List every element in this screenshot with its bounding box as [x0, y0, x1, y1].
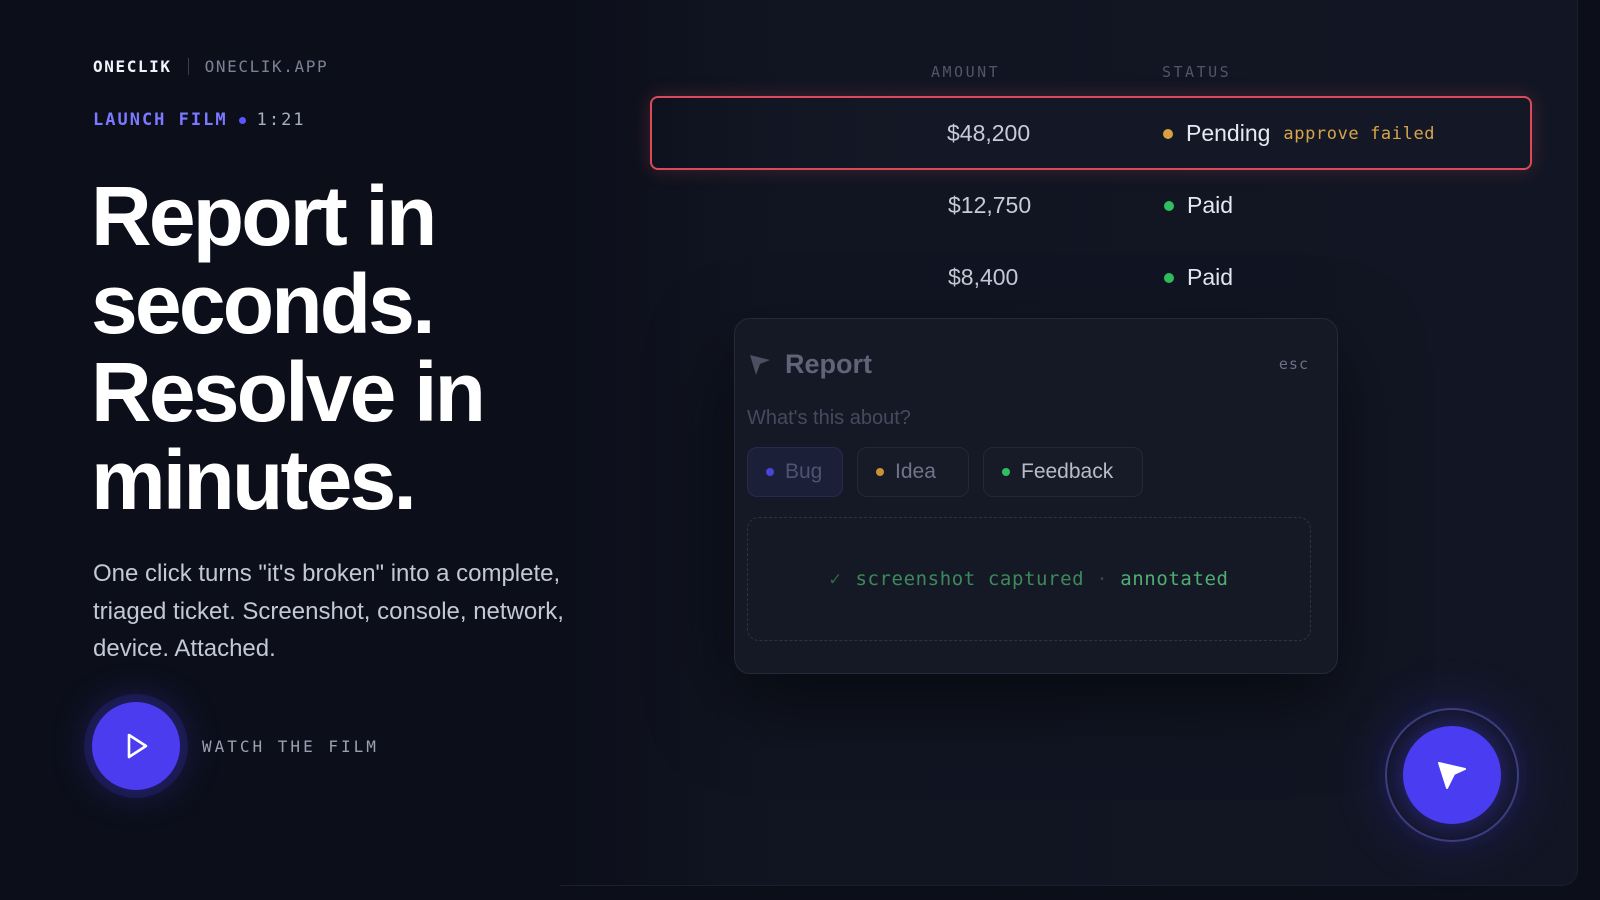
hero-lede: One click turns "it's broken" into a com…: [93, 560, 564, 662]
chip-label: Bug: [785, 460, 823, 483]
status-label: Paid: [1187, 264, 1234, 290]
column-header-amount: AMOUNT: [931, 63, 1001, 81]
row-amount: $8,400: [948, 264, 1019, 290]
headline-line: minutes.: [91, 433, 417, 527]
category-chip-bug[interactable]: Bug: [747, 447, 843, 497]
capture-separator: ·: [1096, 568, 1109, 590]
chip-dot: [766, 468, 774, 476]
row-status: Paid: [1164, 192, 1233, 219]
report-fab-ring: [1385, 708, 1519, 842]
row-status: Pending approve failed: [1163, 120, 1435, 147]
row-amount: $48,200: [947, 120, 1031, 146]
category-chips: Bug Idea Feedback: [747, 447, 1157, 497]
headline-line: Report in: [91, 169, 437, 263]
headline-line: seconds.: [91, 257, 436, 351]
report-pointer-icon: [1438, 762, 1466, 789]
status-dot-pending: [1163, 128, 1173, 139]
modal-prompt: What's this about?: [747, 407, 911, 429]
table-row[interactable]: $12,750 Paid: [650, 170, 1532, 244]
play-icon: [127, 733, 148, 759]
modal-header: Report: [747, 349, 872, 380]
report-fab[interactable]: [1403, 726, 1501, 824]
chip-dot: [1002, 468, 1010, 476]
modal-title: Report: [785, 349, 872, 379]
category-chip-feedback[interactable]: Feedback: [983, 447, 1143, 497]
film-duration: 1:21: [256, 110, 306, 130]
status-error-note: approve failed: [1283, 123, 1436, 144]
column-header-status: STATUS: [1162, 63, 1232, 81]
watch-film-label[interactable]: WATCH THE FILM: [202, 737, 379, 756]
report-flag-icon: [750, 354, 770, 375]
headline-line: Resolve in: [91, 345, 486, 439]
brand-name: ONECLIK: [93, 57, 172, 76]
chip-label: Idea: [895, 460, 936, 483]
table-row[interactable]: $48,200 Pending approve failed: [650, 96, 1532, 170]
eyebrow-label: LAUNCH FILM: [93, 110, 228, 130]
status-dot-paid: [1164, 272, 1174, 283]
eyebrow-dot: [238, 116, 246, 124]
chip-label: Feedback: [1021, 460, 1114, 483]
report-modal: Report esc What's this about? Bug Idea F…: [734, 318, 1338, 674]
category-chip-idea[interactable]: Idea: [857, 447, 969, 497]
capture-status-annotated: annotated: [1120, 568, 1229, 590]
status-dot-paid: [1164, 200, 1174, 211]
brand-divider: [187, 58, 189, 75]
launch-film-eyebrow: LAUNCH FILM 1:21: [93, 110, 306, 130]
brand-row: ONECLIK ONECLIK.APP: [93, 57, 328, 76]
hero-headline: Report in seconds. Resolve in minutes.: [91, 172, 611, 524]
play-button-ring: [84, 694, 188, 798]
status-label: Pending: [1186, 120, 1271, 146]
chip-dot: [876, 468, 884, 476]
table-row[interactable]: $8,400 Paid: [650, 242, 1532, 316]
close-hint-esc[interactable]: esc: [1279, 355, 1309, 373]
row-status: Paid: [1164, 264, 1233, 291]
row-amount: $12,750: [948, 192, 1032, 218]
play-button[interactable]: [92, 702, 180, 790]
capture-dropzone[interactable]: ✓ screenshot captured · annotated: [747, 517, 1311, 641]
capture-status-screenshot: screenshot captured: [855, 568, 1085, 590]
status-label: Paid: [1187, 192, 1234, 218]
brand-url[interactable]: ONECLIK.APP: [205, 57, 329, 76]
check-icon: ✓: [829, 568, 842, 590]
watch-film[interactable]: WATCH THE FILM: [84, 694, 379, 798]
